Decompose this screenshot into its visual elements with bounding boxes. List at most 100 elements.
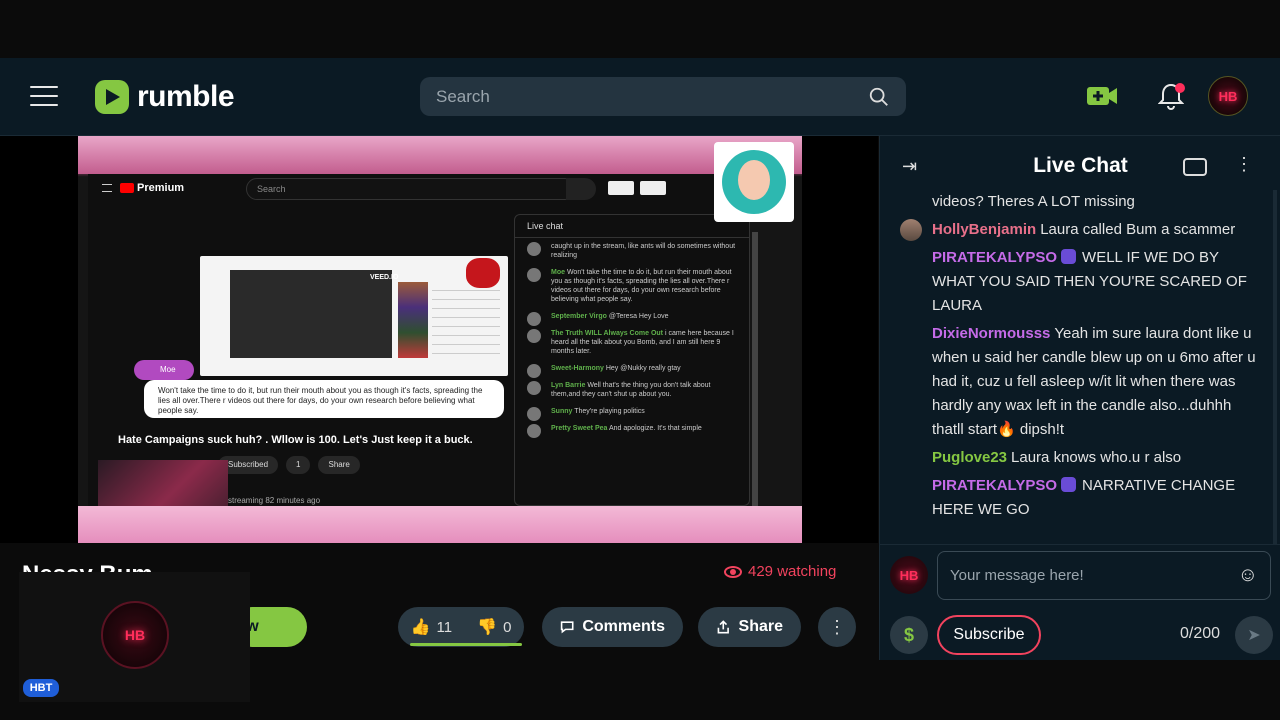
highlighted-message-bubble: Won't take the time to do it, but run th… — [144, 380, 504, 418]
yt-chat-message: Sweet-Harmony Hey @Nukky really gtay — [515, 360, 749, 378]
yt-chat-message: caught up in the stream, like ants will … — [515, 238, 749, 264]
vote-buttons: 👍 11 👎 0 — [398, 607, 524, 647]
watching-text: 429 watching — [748, 563, 837, 580]
chat-text: Laura called Bum a scammer — [1040, 221, 1236, 238]
yt-logo: Premium — [120, 182, 184, 194]
shield-badge-icon — [1061, 477, 1077, 492]
menu-icon[interactable] — [30, 86, 58, 106]
notification-badge — [1175, 83, 1185, 93]
yt-live-chat-panel: Live chat caught up in the stream, like … — [514, 214, 750, 506]
subscribe-button[interactable]: Subscribe — [937, 615, 1041, 655]
nested-thumbnails — [398, 282, 428, 358]
yt-action-row: Subscribed 1 Share — [218, 456, 360, 474]
decor-bottom-banner — [78, 506, 802, 543]
yt-chat-text: They're playing politics — [574, 408, 645, 415]
yt-chat-message: Pretty Sweet Pea And apologize. It's tha… — [515, 420, 749, 438]
yt-chat-scrollbar — [752, 232, 758, 542]
chat-message-input[interactable] — [950, 567, 1238, 584]
chat-scrollbar[interactable] — [1273, 190, 1277, 544]
decor-top-banner — [78, 136, 802, 174]
chat-menu-icon[interactable]: ⋮ — [1235, 154, 1253, 175]
yt-chat-username: Moe — [551, 269, 565, 276]
shield-badge-icon — [1061, 249, 1077, 264]
rumble-play-icon — [95, 80, 129, 114]
chat-text: Laura knows who.u r also — [1011, 449, 1182, 466]
logo-text: rumble — [137, 80, 235, 113]
chat-message: HollyBenjamin Laura called Bum a scammer — [900, 218, 1259, 242]
chat-message: PIRATEKALYPSO NARRATIVE CHANGE HERE WE GO — [932, 474, 1259, 522]
yt-menu-icon — [102, 184, 112, 192]
comments-button[interactable]: Comments — [542, 607, 683, 647]
live-chat-panel: ⇥ Live Chat ⋮ videos? Theres A LOT missi… — [879, 136, 1280, 660]
thumbs-up-icon: 👍 — [410, 619, 431, 636]
chat-user-avatar: HB — [890, 556, 928, 594]
viewer-count: 429 watching — [724, 563, 836, 580]
channel-logo[interactable]: HB — [101, 601, 169, 669]
vote-ratio-bar — [410, 643, 522, 646]
rumble-logo[interactable]: rumble — [95, 79, 235, 115]
search-input[interactable] — [436, 86, 868, 107]
share-icon — [717, 620, 729, 634]
yt-header-icons — [608, 181, 666, 195]
yt-chat-message: Lyn Barrie Well that's the thing you don… — [515, 377, 749, 403]
more-options-button[interactable]: ⋮ — [818, 607, 856, 647]
user-avatar[interactable]: HB — [1208, 76, 1248, 116]
chat-footer: $ Subscribe 0/200 ➤ — [880, 606, 1280, 660]
screen-share-thumbnail: VEED.IO — [200, 256, 508, 376]
cartoon-face-sticker — [714, 142, 794, 222]
live-chat-header: ⇥ Live Chat ⋮ — [880, 136, 1280, 196]
thumbs-down-icon: 👎 — [477, 619, 498, 636]
bubble-username: Moe — [134, 360, 194, 380]
go-live-camera-icon[interactable] — [1086, 84, 1118, 108]
chat-message: Puglove23 Laura knows who.u r also — [932, 446, 1259, 470]
search-icon[interactable] — [868, 86, 890, 108]
yt-chat-text: Hey @Nukky really gtay — [605, 365, 681, 372]
channel-badge: HBT — [23, 679, 59, 697]
rumble-watch-page: rumble HB Premium Search VEED.IO Moe Won… — [0, 0, 1280, 720]
live-chat-title: Live Chat — [1033, 154, 1128, 177]
yt-chat-username: Pretty Sweet Pea — [551, 425, 608, 432]
yt-share-pill: Share — [318, 456, 360, 474]
yt-like-pill: 1 — [286, 456, 311, 474]
collapse-chat-icon[interactable]: ⇥ — [902, 156, 926, 178]
nested-video: VEED.IO — [230, 270, 398, 358]
kebab-icon: ⋮ — [828, 616, 846, 637]
nested-text-lines — [432, 282, 500, 362]
chat-username[interactable]: PIRATEKALYPSO — [932, 249, 1057, 266]
popout-chat-icon[interactable] — [1183, 158, 1207, 176]
chat-message: videos? Theres A LOT missing — [932, 190, 1259, 214]
shared-screen-youtube: Premium Search VEED.IO Moe Won't take th… — [88, 174, 758, 543]
chat-username[interactable]: Puglove23 — [932, 449, 1007, 466]
comment-icon — [560, 621, 574, 634]
share-button[interactable]: Share — [698, 607, 801, 647]
yt-search-icon — [566, 178, 596, 200]
search-bar[interactable] — [420, 77, 906, 116]
yt-chat-username: September Virgo — [551, 313, 607, 320]
chat-input-row: HB ☺ — [880, 544, 1280, 602]
stream-video-frame[interactable]: Premium Search VEED.IO Moe Won't take th… — [78, 136, 802, 543]
emoji-icon[interactable]: ☺ — [1238, 564, 1258, 587]
yt-search-field: Search — [246, 178, 576, 200]
yt-chat-text: Won't take the time to do it, but run th… — [551, 269, 732, 303]
yt-chat-username: Sunny — [551, 408, 573, 415]
chat-username[interactable]: HollyBenjamin — [932, 221, 1036, 238]
like-button[interactable]: 👍 11 — [411, 617, 453, 637]
chat-input-box[interactable]: ☺ — [937, 551, 1271, 600]
yt-chat-message: September Virgo @Teresa Hey Love — [515, 308, 749, 326]
chat-username[interactable]: DixieNormousss — [932, 325, 1050, 342]
stream-caption: Hate Campaigns suck huh? . Wllow is 100.… — [118, 434, 473, 446]
chat-avatar[interactable] — [900, 219, 922, 241]
chat-username[interactable]: PIRATEKALYPSO — [932, 477, 1057, 494]
send-icon[interactable]: ➤ — [1235, 616, 1273, 654]
yt-chat-username: The Truth WILL Always Come Out — [551, 330, 664, 337]
tip-button[interactable]: $ — [890, 616, 928, 654]
chat-message: DixieNormousss Yeah im sure laura dont li… — [932, 322, 1259, 442]
eye-icon — [724, 565, 742, 578]
chat-message: PIRATEKALYPSO WELL IF WE DO BY WHAT YOU S… — [932, 246, 1259, 318]
yt-chat-message: Moe Won't take the time to do it, but ru… — [515, 264, 749, 308]
chat-message-list[interactable]: videos? Theres A LOT missing HollyBenjami… — [880, 190, 1280, 544]
yt-chat-username: Lyn Barrie — [551, 382, 586, 389]
chat-text: videos? Theres A LOT missing — [932, 193, 1135, 210]
dislike-button[interactable]: 👎 0 — [477, 617, 511, 637]
yt-chat-text: And apologize. It's that simple — [608, 425, 702, 432]
